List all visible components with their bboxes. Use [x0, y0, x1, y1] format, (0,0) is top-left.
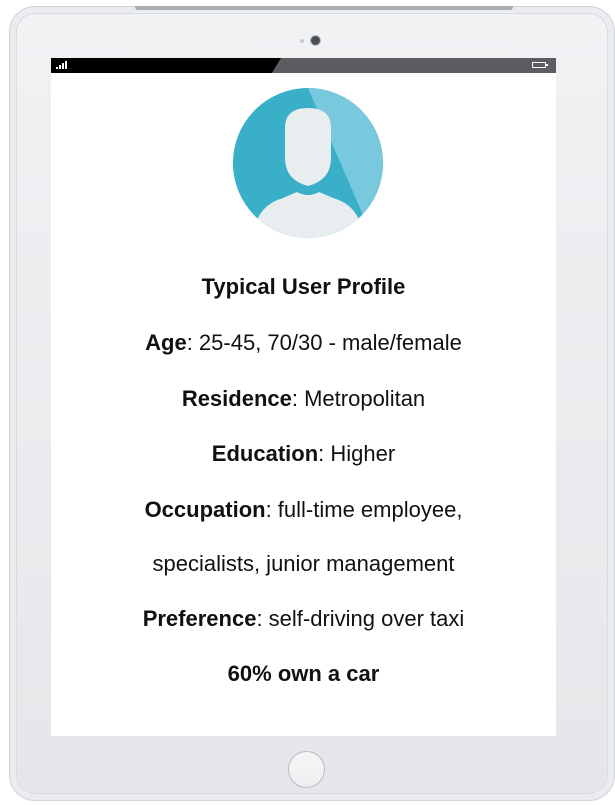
tablet-screen: Typical User Profile Age: 25-45, 70/30 -… — [51, 58, 556, 736]
preference-value: : self-driving over taxi — [256, 606, 465, 631]
profile-residence: Residence: Metropolitan — [51, 385, 556, 412]
education-label: Education — [211, 441, 319, 466]
profile-education: Education: Higher — [51, 440, 556, 467]
age-value: : 25-45, 70/30 - male/female — [186, 330, 462, 355]
preference-label: Preference — [142, 606, 257, 631]
occupation-value: : full-time employee, — [265, 497, 463, 522]
status-bar — [51, 58, 556, 73]
profile-title: Typical User Profile — [201, 274, 406, 299]
residence-label: Residence — [181, 386, 292, 411]
status-bar-dark-section — [51, 58, 281, 73]
car-ownership-stat: 60% own a car — [227, 661, 380, 686]
signal-bars-icon — [56, 61, 67, 69]
avatar — [233, 88, 383, 238]
home-button[interactable] — [288, 751, 325, 788]
sensor-dot — [300, 39, 304, 43]
profile-age: Age: 25-45, 70/30 - male/female — [51, 329, 556, 356]
power-button[interactable] — [135, 6, 513, 10]
profile-occupation-continued: specialists, junior management — [152, 551, 455, 576]
profile-preference: Preference: self-driving over taxi — [51, 605, 556, 632]
battery-icon — [532, 62, 548, 68]
occupation-label: Occupation — [144, 497, 266, 522]
user-silhouette-icon — [233, 88, 383, 238]
residence-value: : Metropolitan — [291, 386, 426, 411]
education-value: : Higher — [318, 441, 396, 466]
profile-occupation: Occupation: full-time employee, — [51, 496, 556, 523]
front-camera — [311, 36, 320, 45]
age-label: Age — [145, 330, 187, 355]
